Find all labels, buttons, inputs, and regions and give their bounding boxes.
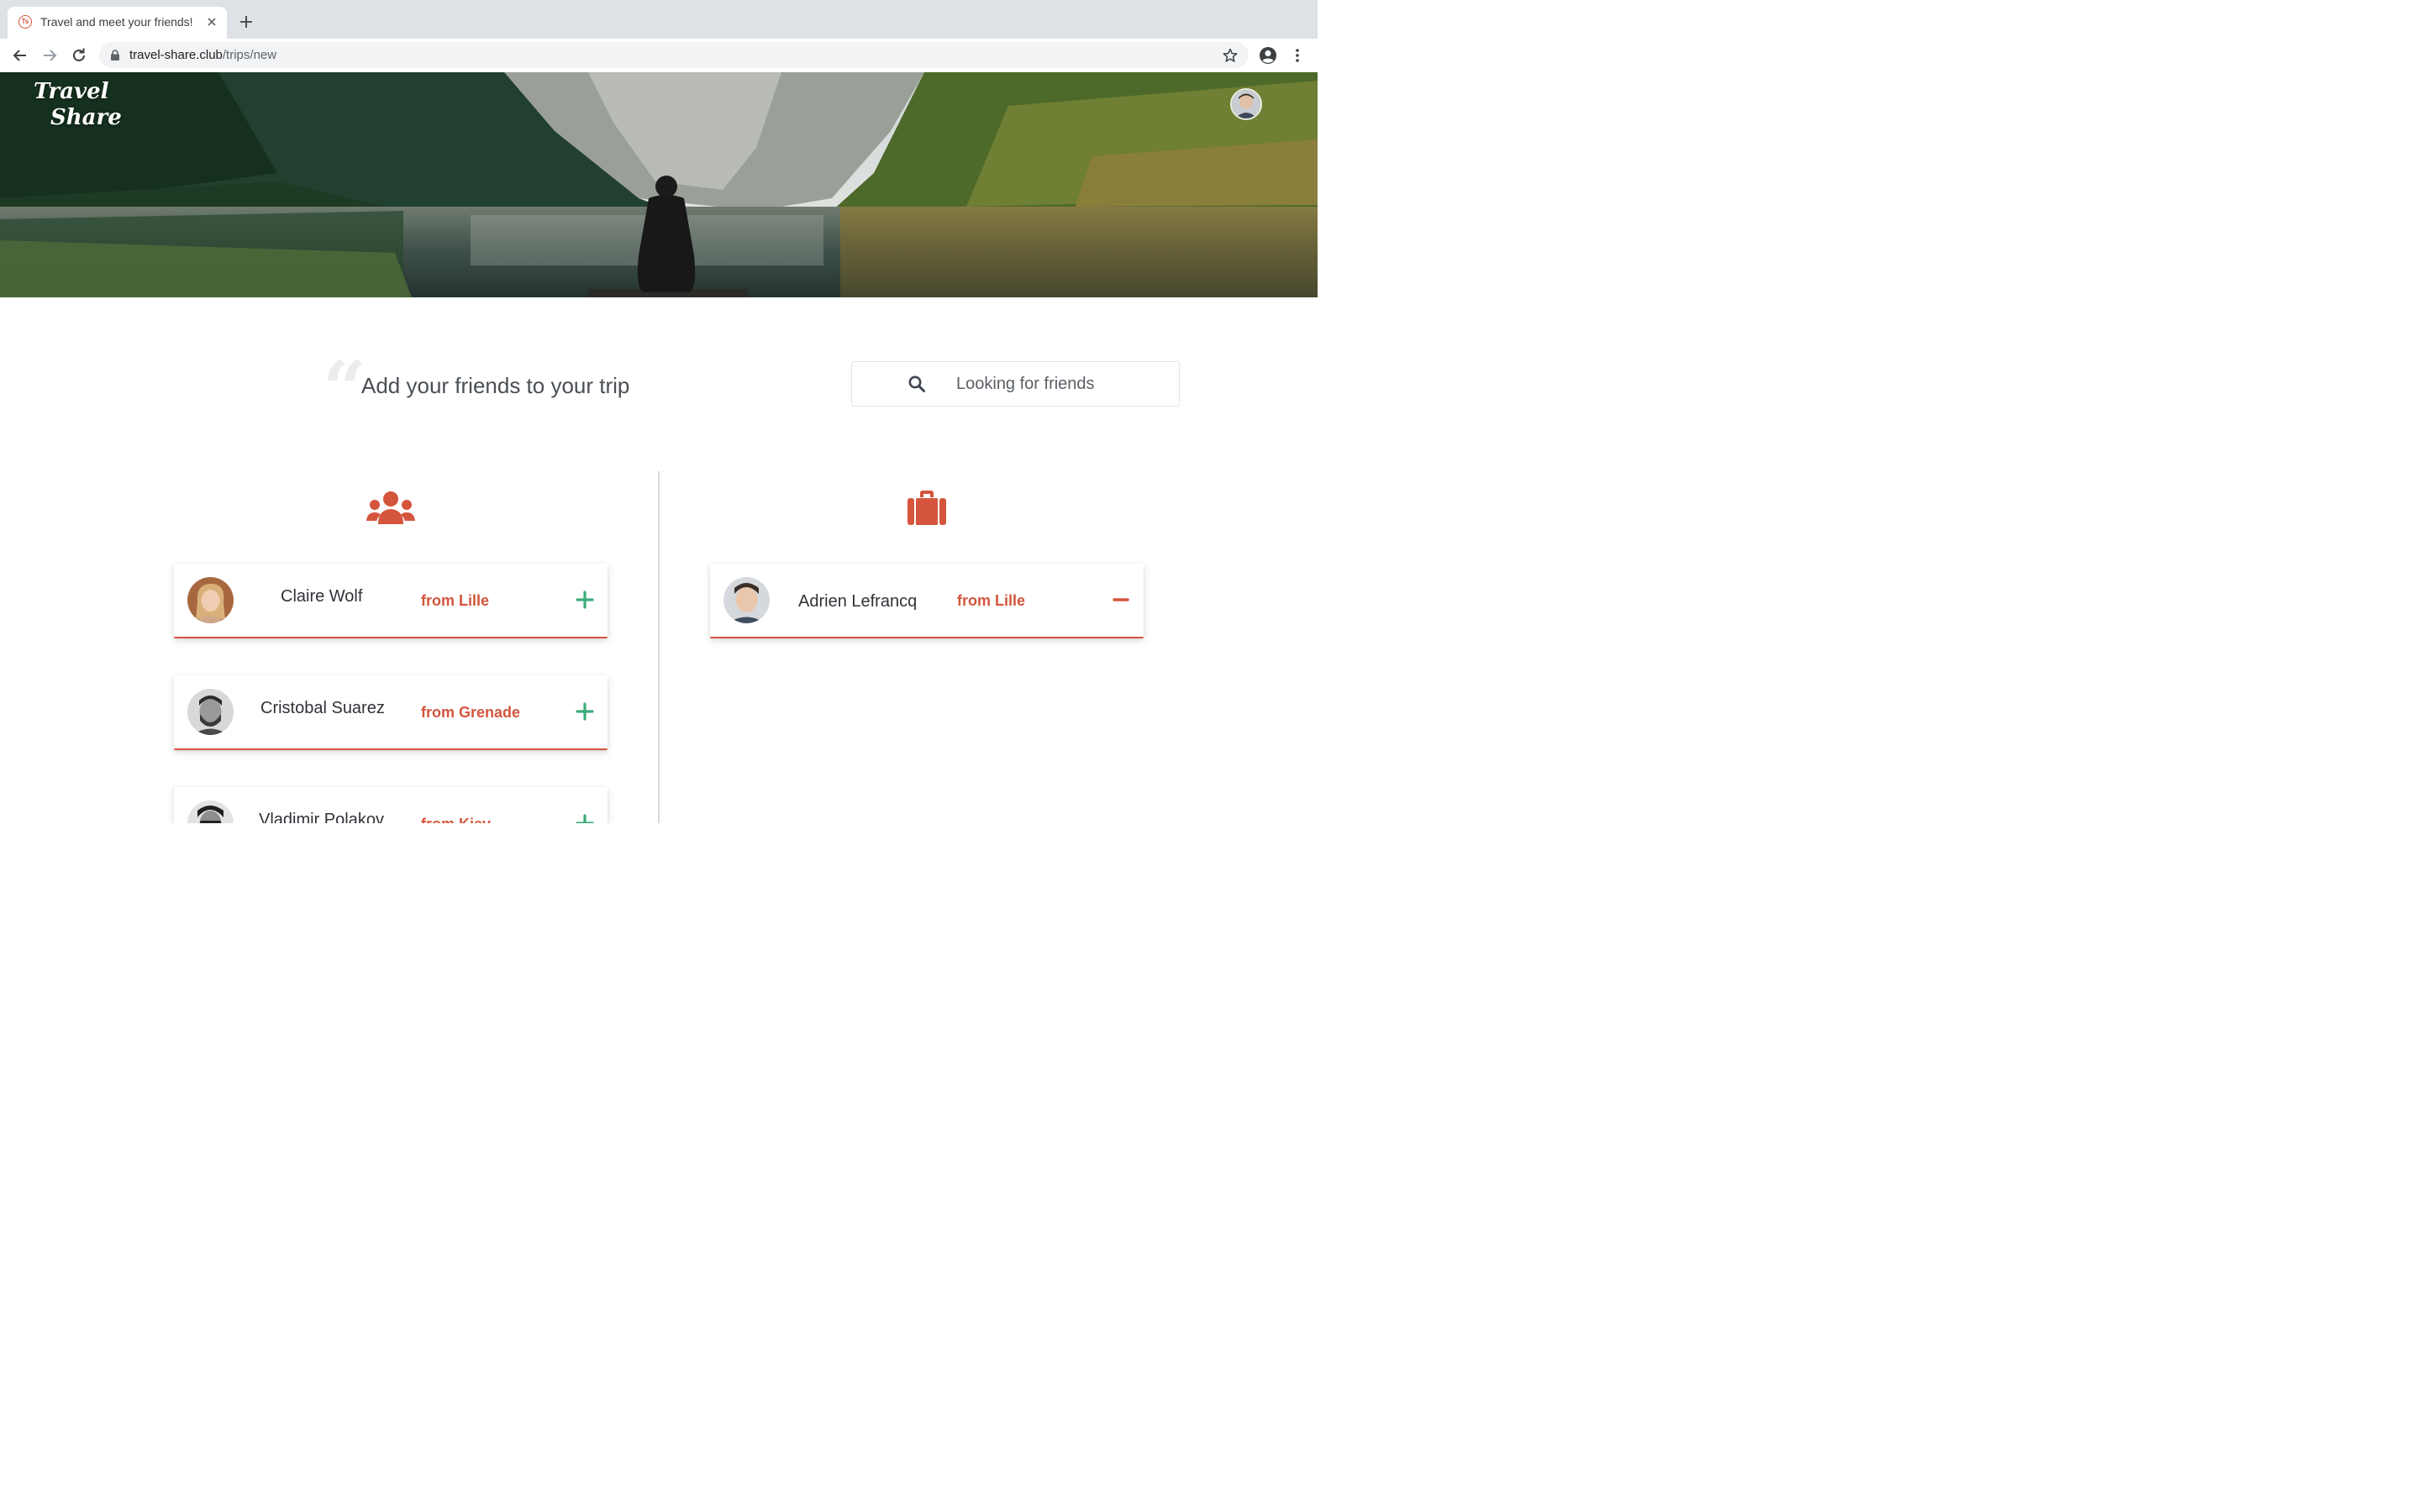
url-path: /trips/new	[222, 48, 277, 62]
browser-tab[interactable]: Ts Travel and meet your friends!	[8, 7, 227, 39]
trip-member-origin: from Lille	[957, 592, 1026, 609]
suitcase-icon	[908, 491, 946, 525]
page-title: Add your friends to your trip	[361, 373, 630, 398]
browser-toolbar: travel-share.club/trips/new	[0, 39, 1318, 72]
new-tab-icon[interactable]	[238, 13, 255, 30]
friend-avatar-image	[187, 801, 234, 823]
lake-landscape-image	[0, 72, 1318, 297]
friend-origin: from Grenade	[421, 704, 521, 721]
url-host: travel-share.club	[129, 48, 223, 62]
url-text: travel-share.club/trips/new	[129, 48, 276, 62]
friend-avatar-image	[187, 689, 234, 735]
travel-share-logo[interactable]: Travel Share	[34, 79, 122, 131]
friend-card: Vladimir Polakov from Kiev	[174, 787, 608, 823]
reload-icon[interactable]	[70, 46, 88, 65]
forward-icon[interactable]	[40, 46, 59, 65]
trip-member-name: Adrien Lefrancq	[798, 592, 918, 611]
add-friend-plus-icon[interactable]	[576, 702, 594, 721]
friend-name: Vladimir Polakov	[259, 811, 384, 823]
logo-line2: Share	[50, 105, 122, 130]
friend-avatar	[187, 689, 234, 735]
back-icon[interactable]	[11, 46, 29, 65]
friend-search-box[interactable]	[851, 361, 1180, 407]
friend-origin: from Lille	[421, 592, 490, 609]
friend-name: Claire Wolf	[281, 587, 363, 606]
trip-member-avatar-image	[723, 577, 770, 623]
address-bar[interactable]: travel-share.club/trips/new	[99, 42, 1249, 68]
column-divider	[658, 471, 660, 823]
user-avatar-image	[1232, 90, 1260, 118]
browser-tabstrip: Ts Travel and meet your friends!	[0, 0, 1318, 39]
friend-name: Cristobal Suarez	[260, 699, 385, 717]
tab-title: Travel and meet your friends!	[40, 15, 193, 29]
add-friend-plus-icon[interactable]	[576, 591, 594, 609]
friend-avatar-image	[187, 577, 234, 623]
search-icon	[908, 375, 925, 392]
search-input[interactable]	[956, 372, 1166, 396]
friend-avatar	[187, 577, 234, 623]
users-icon	[366, 491, 415, 524]
remove-member-minus-icon[interactable]	[1112, 591, 1130, 609]
close-tab-icon[interactable]	[204, 14, 219, 29]
trip-member-card: Adrien Lefrancq from Lille	[710, 564, 1144, 638]
quote-mark-icon: “	[323, 344, 366, 433]
friend-card: Cristobal Suarez from Grenade	[174, 675, 608, 750]
bookmark-star-icon[interactable]	[1222, 47, 1239, 64]
hero-banner: Travel Share	[0, 72, 1318, 297]
friend-card: Claire Wolf from Lille	[174, 564, 608, 638]
profile-icon[interactable]	[1259, 46, 1277, 65]
logo-line1: Travel	[34, 79, 109, 104]
add-friend-plus-icon[interactable]	[576, 814, 594, 823]
favicon-icon: Ts	[18, 15, 32, 29]
trip-member-avatar	[723, 577, 770, 623]
lock-icon	[111, 50, 119, 60]
friend-avatar	[187, 801, 234, 823]
menu-kebab-icon[interactable]	[1289, 46, 1306, 65]
friend-origin: from Kiev	[421, 816, 491, 823]
user-avatar[interactable]	[1230, 88, 1262, 120]
